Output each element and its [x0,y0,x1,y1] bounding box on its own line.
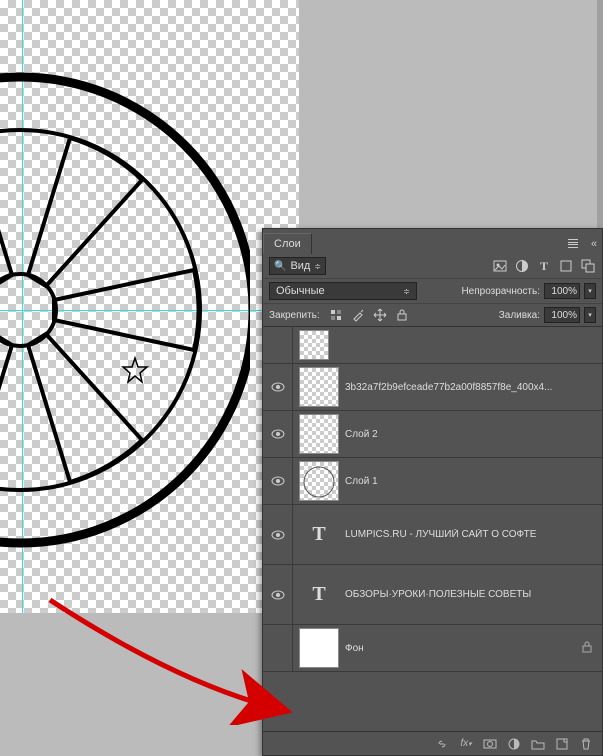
blend-mode-value: Обычные [276,285,325,297]
shape-icon[interactable] [558,258,574,274]
eye-icon [271,590,285,600]
panel-collapse-icon[interactable]: « [588,238,600,250]
eye-icon [271,429,285,439]
lock-indicator-icon[interactable] [578,641,596,656]
fill-input[interactable]: 100% [544,307,580,323]
layer-row[interactable] [263,327,602,364]
fill-label: Заливка: [499,310,540,321]
layers-list: 3b32a7f2b9efceade77b2a00f8857f8e_400x4..… [263,326,602,672]
opacity-label: Непрозрачность: [461,286,540,297]
visibility-toggle[interactable] [263,458,293,504]
canvas-area[interactable]: ШИЙ САЙТ О СОФТЕ ОЛЕЗНЫЕ СОВЕТЫ [0,0,299,625]
layer-thumb[interactable] [299,414,339,454]
visibility-toggle[interactable] [263,565,293,624]
layer-thumb[interactable] [299,367,339,407]
panel-menu-icon[interactable] [568,237,584,251]
visibility-toggle[interactable] [263,364,293,410]
lock-row: Закрепить: Заливка: 100% ▾ [263,303,602,326]
layer-name[interactable]: Слой 2 [345,429,602,440]
link-icon[interactable] [434,736,450,752]
type-icon[interactable]: T [536,258,552,274]
layer-row[interactable]: Фон [263,625,602,672]
layer-row[interactable]: T ОБЗОРЫ·УРОКИ·ПОЛЕЗНЫЕ СОВЕТЫ [263,565,602,625]
layers-panel: Слои « 🔍 Вид ≑ T Обычные≑ Непрозрачность… [262,228,603,756]
lock-brush-icon[interactable] [350,307,366,323]
panel-footer: fx▾ [263,731,602,755]
layer-name[interactable]: Слой 1 [345,476,602,487]
filter-icons: T [492,258,596,274]
lock-all-icon[interactable] [394,307,410,323]
lock-label: Закрепить: [269,310,320,321]
eye-icon [271,382,285,392]
visibility-toggle[interactable] [263,411,293,457]
adjustfill-icon[interactable] [506,736,522,752]
newlayer-icon[interactable] [554,736,570,752]
type-layer-icon: T [299,575,339,615]
layer-name[interactable]: 3b32a7f2b9efceade77b2a00f8857f8e_400x4..… [345,382,602,393]
group-icon[interactable] [530,736,546,752]
fx-icon[interactable]: fx▾ [458,736,474,752]
tab-layers[interactable]: Слои [263,233,312,254]
opacity-input[interactable]: 100% [544,283,580,299]
mask-icon[interactable] [482,736,498,752]
layer-thumb[interactable] [299,628,339,668]
visibility-toggle[interactable] [263,505,293,564]
opacity-dropdown-icon[interactable]: ▾ [584,283,596,299]
layer-row[interactable]: Слой 2 [263,411,602,458]
filter-row: 🔍 Вид ≑ T [263,254,602,278]
layer-thumb[interactable] [299,461,339,501]
eye-icon [271,476,285,486]
smart-icon[interactable] [580,258,596,274]
visibility-toggle[interactable] [263,625,293,671]
trash-icon[interactable] [578,736,594,752]
layer-thumb[interactable] [299,330,329,360]
layer-name[interactable]: LUMPICS.RU - ЛУЧШИЙ САЙТ О СОФТЕ [345,529,602,540]
canvas-pastearea [0,613,299,756]
layer-name[interactable]: ОБЗОРЫ·УРОКИ·ПОЛЕЗНЫЕ СОВЕТЫ [345,589,602,600]
blend-mode-select[interactable]: Обычные≑ [269,282,417,300]
scrollbar-gutter [597,0,603,228]
type-layer-icon: T [299,515,339,555]
visibility-toggle[interactable] [263,327,293,363]
adjust-icon[interactable] [514,258,530,274]
filter-kind-select[interactable]: 🔍 Вид ≑ [269,257,326,275]
lock-pixels-icon[interactable] [328,307,344,323]
panel-tabbar: Слои « [263,229,602,254]
layer-row[interactable]: 3b32a7f2b9efceade77b2a00f8857f8e_400x4..… [263,364,602,411]
eye-icon [271,530,285,540]
layer-row[interactable]: T LUMPICS.RU - ЛУЧШИЙ САЙТ О СОФТЕ [263,505,602,565]
lock-position-icon[interactable] [372,307,388,323]
layer-name[interactable]: Фон [345,643,578,654]
filter-kind-label: Вид [290,260,310,272]
blend-row: Обычные≑ Непрозрачность: 100% ▾ [263,278,602,303]
layer-row[interactable]: Слой 1 [263,458,602,505]
image-icon[interactable] [492,258,508,274]
artwork-wheel: ШИЙ САЙТ О СОФТЕ ОЛЕЗНЫЕ СОВЕТЫ [0,60,250,600]
fill-dropdown-icon[interactable]: ▾ [584,307,596,323]
